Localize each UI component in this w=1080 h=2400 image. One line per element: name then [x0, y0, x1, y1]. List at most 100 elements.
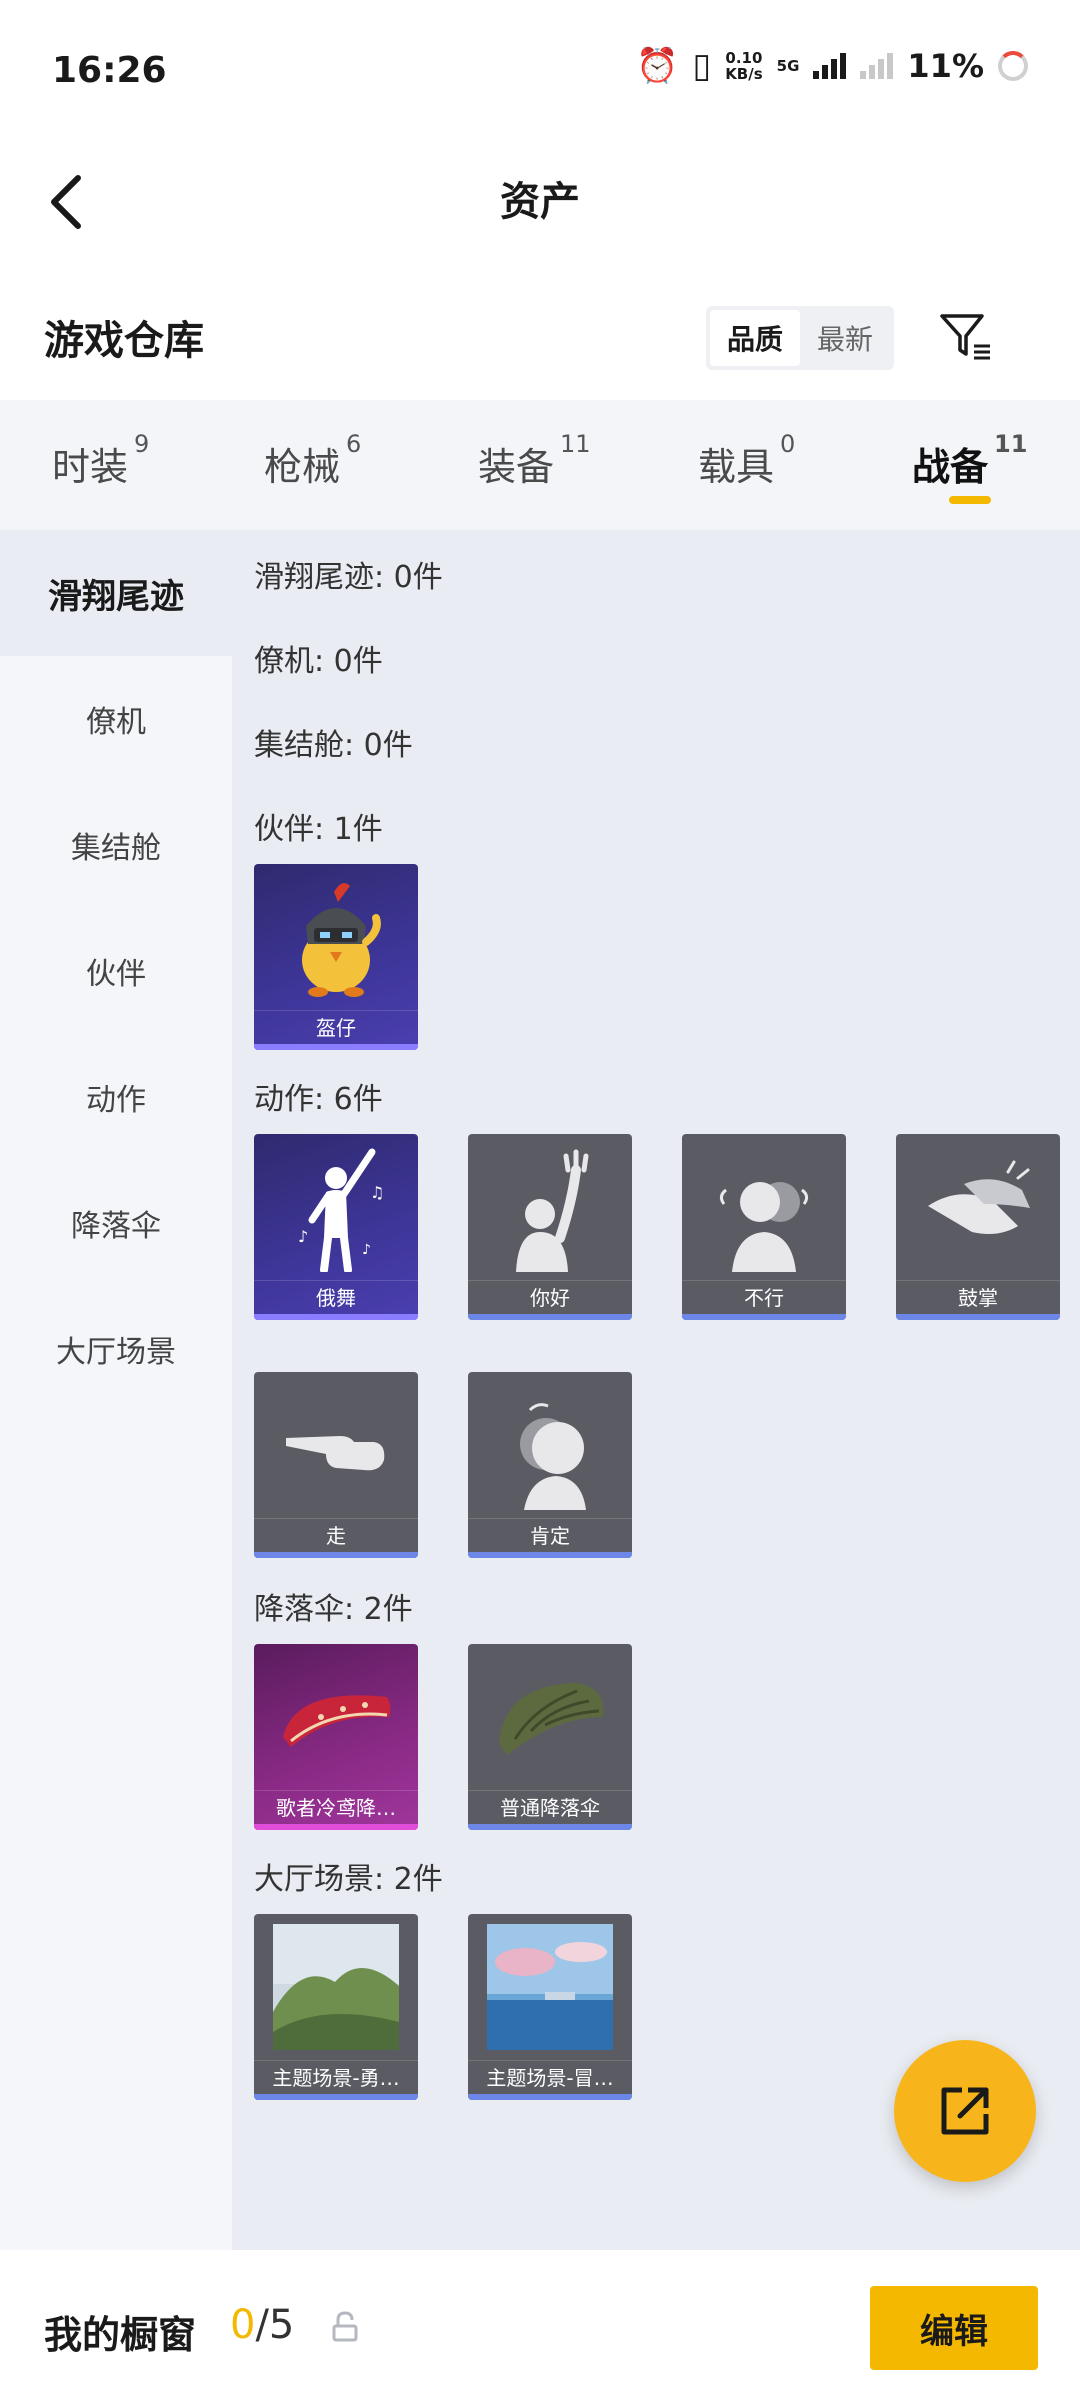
item-card[interactable]: 肯定 [468, 1372, 632, 1558]
card-art [682, 1134, 846, 1280]
showcase-title: 我的橱窗 [44, 2313, 197, 2357]
landscape-mountain-image [273, 1924, 399, 2050]
rarity-bar [468, 2094, 632, 2100]
head-nod-icon [520, 1403, 586, 1510]
tab-label: 战备 [912, 445, 989, 489]
share-button[interactable] [894, 2040, 1036, 2182]
svg-text:♪: ♪ [362, 1242, 371, 1258]
card-art [468, 1914, 632, 2060]
rarity-bar [254, 1044, 418, 1050]
sidebar-item-emotes[interactable]: 动作 [0, 1034, 232, 1160]
battery-level: 11% [907, 47, 984, 85]
status-icons: ⏰ ▯ 0.10 KB/s 5G 11% [636, 46, 1028, 86]
filter-button[interactable] [936, 306, 1000, 370]
card-art [254, 1372, 418, 1518]
category-tabs: 时装9 枪械6 装备11 载具0 战备11 [0, 400, 1080, 530]
showcase-count: 0/5 [230, 2302, 294, 2348]
status-time: 16:26 [52, 50, 167, 91]
landscape-sea-image [487, 1924, 613, 2050]
section-label-wingman: 僚机: 0件 [254, 644, 383, 679]
item-card[interactable]: 主题场景-勇… [254, 1914, 418, 2100]
rarity-bar [254, 1824, 418, 1830]
sort-quality-option[interactable]: 品质 [710, 310, 800, 366]
warehouse-title: 游戏仓库 [44, 318, 204, 364]
clapping-hands-icon [928, 1160, 1030, 1234]
content-list: 滑翔尾迹: 0件 僚机: 0件 集结舱: 0件 伙伴: 1件 盔仔 动作: 6件… [232, 530, 1080, 2250]
tab-label: 载具 [698, 445, 775, 489]
card-art [896, 1134, 1060, 1280]
alarm-icon: ⏰ [636, 46, 679, 86]
tab-fashion[interactable]: 时装9 [52, 430, 149, 491]
head-shake-icon [719, 1182, 809, 1272]
sidebar-item-companion[interactable]: 伙伴 [0, 908, 232, 1034]
section-label-glide-trail: 滑翔尾迹: 0件 [254, 560, 443, 595]
sidebar-item-wingman[interactable]: 僚机 [0, 656, 232, 782]
item-name: 走 [254, 1518, 418, 1552]
section-label-lobby-scene: 大厅场景: 2件 [254, 1862, 443, 1897]
item-card[interactable]: 你好 [468, 1134, 632, 1320]
tab-weapons[interactable]: 枪械6 [264, 430, 361, 491]
chick-mascot-icon [302, 883, 381, 997]
dancer-icon: ♪ ♫ ♪ [298, 1148, 384, 1272]
signal-secondary-icon [860, 53, 894, 79]
share-out-icon [941, 2087, 989, 2135]
section-label-emotes: 动作: 6件 [254, 1082, 383, 1117]
section-label-parachute: 降落伞: 2件 [254, 1592, 413, 1627]
item-card[interactable]: 盔仔 [254, 864, 418, 1050]
filter-icon [940, 314, 990, 360]
card-art [468, 1372, 632, 1518]
sidebar-item-parachute[interactable]: 降落伞 [0, 1160, 232, 1286]
item-name: 俄舞 [254, 1280, 418, 1314]
rarity-bar [468, 1824, 632, 1830]
edit-button[interactable]: 编辑 [870, 2286, 1038, 2370]
status-bar: 16:26 ⏰ ▯ 0.10 KB/s 5G 11% [0, 0, 1080, 140]
lock-icon [332, 2311, 358, 2342]
network-type: 5G [776, 57, 800, 75]
sort-newest-option[interactable]: 最新 [800, 310, 890, 366]
tab-count: 9 [134, 430, 150, 458]
section-label-rally-pod: 集结舱: 0件 [254, 728, 413, 763]
tab-equipment[interactable]: 装备11 [478, 430, 591, 491]
svg-text:♪: ♪ [298, 1227, 308, 1246]
rarity-bar [254, 2094, 418, 2100]
item-name: 肯定 [468, 1518, 632, 1552]
item-name: 普通降落伞 [468, 1790, 632, 1824]
sidebar-item-rally-pod[interactable]: 集结舱 [0, 782, 232, 908]
battery-ring-icon [998, 51, 1028, 81]
item-name: 主题场景-勇… [254, 2060, 418, 2094]
tab-count: 0 [780, 430, 796, 458]
item-card[interactable]: 走 [254, 1372, 418, 1558]
wave-hand-icon [516, 1149, 589, 1272]
card-art [468, 1134, 632, 1280]
rarity-bar [682, 1314, 846, 1320]
sidebar-item-glide-trail[interactable]: 滑翔尾迹 [0, 530, 232, 656]
item-name: 歌者冷鸢降… [254, 1790, 418, 1824]
item-card[interactable]: 鼓掌 [896, 1134, 1060, 1320]
tab-battle-prep[interactable]: 战备11 [912, 430, 1027, 491]
tab-label: 时装 [52, 445, 129, 489]
item-card[interactable]: 普通降落伞 [468, 1644, 632, 1830]
sidebar-item-lobby-scene[interactable]: 大厅场景 [0, 1286, 232, 1412]
sidebar: 滑翔尾迹 僚机 集结舱 伙伴 动作 降落伞 大厅场景 [0, 530, 232, 2250]
warehouse-row: 游戏仓库 品质 最新 [0, 270, 1080, 400]
tab-count: 11 [994, 430, 1028, 458]
card-art: ♪ ♫ ♪ [254, 1134, 418, 1280]
card-art [254, 1914, 418, 2060]
item-card[interactable]: 不行 [682, 1134, 846, 1320]
rarity-bar [254, 1552, 418, 1558]
showcase-count-current: 0 [230, 2302, 256, 2348]
active-tab-indicator [949, 496, 991, 504]
item-card[interactable]: 歌者冷鸢降… [254, 1644, 418, 1830]
item-name: 盔仔 [254, 1010, 418, 1044]
card-art [468, 1644, 632, 1790]
item-name: 主题场景-冒… [468, 2060, 632, 2094]
network-speed: 0.10 KB/s [725, 50, 762, 82]
tab-vehicles[interactable]: 载具0 [698, 430, 795, 491]
vibrate-icon: ▯ [692, 46, 712, 86]
item-name: 不行 [682, 1280, 846, 1314]
item-card[interactable]: 主题场景-冒… [468, 1914, 632, 2100]
header: 资产 [0, 140, 1080, 270]
item-card[interactable]: ♪ ♫ ♪ 俄舞 [254, 1134, 418, 1320]
speed-unit: KB/s [725, 65, 763, 83]
tab-label: 装备 [478, 445, 555, 489]
